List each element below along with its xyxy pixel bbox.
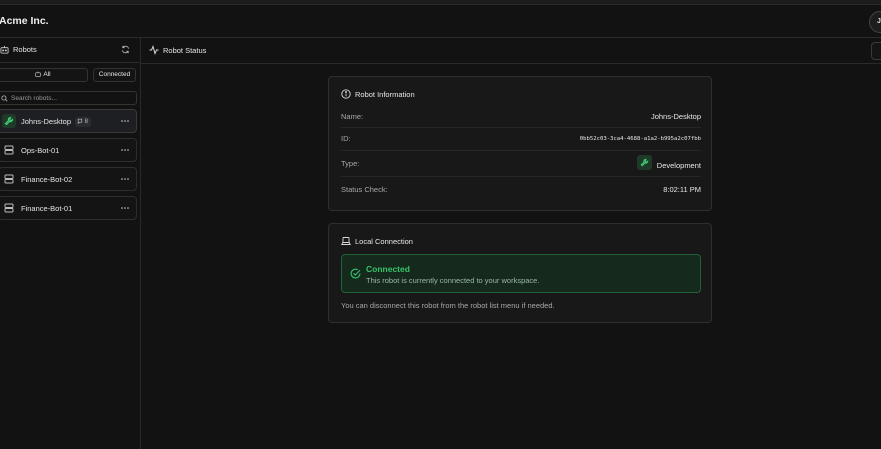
robot-count: 8 — [84, 119, 89, 125]
status-check-value: 8:02:11 PM — [663, 185, 701, 194]
card-title: Robot Information — [341, 89, 415, 99]
disconnect-note: You can disconnect this robot from the r… — [341, 301, 555, 310]
divider — [341, 127, 701, 128]
connection-status-title: Connected — [366, 264, 410, 274]
brand-name: Acme Inc. — [0, 15, 49, 27]
name-label: Name: — [341, 112, 364, 121]
robot-item-finance-bot-01[interactable]: Finance-Bot-01 — [0, 196, 137, 220]
filter-connected-button[interactable]: Connected — [93, 68, 136, 82]
robot-information-card: Robot Information Name: Johns-Desktop ID… — [328, 76, 712, 211]
card-title: Local Connection — [341, 236, 413, 246]
check-circle-icon — [350, 268, 361, 279]
sidebar: Robots All Connected Johns-Desktop — [0, 38, 141, 449]
filter-connected-label: Connected — [98, 71, 131, 78]
info-icon — [341, 89, 351, 99]
laptop-icon — [341, 237, 351, 245]
local-connection-card: Local Connection Connected This robot is… — [328, 223, 712, 323]
server-icon — [4, 174, 14, 184]
robot-count-badge: 8 — [75, 117, 92, 127]
server-icon — [4, 203, 14, 213]
divider — [341, 150, 701, 151]
status-check-label: Status Check: — [341, 185, 388, 194]
wrench-icon-badge — [637, 155, 652, 170]
robot-item-finance-bot-02[interactable]: Finance-Bot-02 — [0, 167, 137, 191]
row-name: Name: Johns-Desktop — [341, 112, 701, 136]
robot-item-johns-desktop[interactable]: Johns-Desktop 8 — [0, 109, 137, 133]
card-title-text: Robot Information — [355, 90, 415, 99]
robot-icon — [35, 71, 42, 77]
row-status-check: Status Check: 8:02:11 PM — [341, 185, 701, 209]
type-value: Development — [656, 161, 701, 170]
refresh-status-button[interactable] — [871, 42, 881, 60]
connection-status-desc: This robot is currently connected to you… — [366, 276, 540, 285]
id-value: 0bb52c03-3ca4-4688-a1a2-b995a2c07fbb — [579, 136, 701, 142]
server-icon — [4, 145, 14, 155]
search-box — [0, 91, 137, 105]
more-options-icon[interactable] — [121, 177, 129, 181]
search-input[interactable] — [11, 93, 131, 104]
filter-group: All Connected — [0, 68, 138, 83]
chat-icon — [77, 118, 83, 125]
card-title-text: Local Connection — [355, 237, 413, 246]
activity-icon — [149, 45, 159, 55]
filter-all-label: All — [43, 71, 51, 78]
search-icon — [1, 95, 8, 102]
name-value: Johns-Desktop — [650, 112, 701, 121]
connection-status-box: Connected This robot is currently connec… — [341, 254, 701, 293]
top-bar: Acme Inc. JD — [0, 5, 881, 38]
wrench-icon — [640, 158, 649, 167]
refresh-icon[interactable] — [121, 45, 130, 54]
robot-name: Finance-Bot-02 — [21, 175, 73, 184]
robot-name: Finance-Bot-01 — [21, 204, 73, 213]
more-options-icon[interactable] — [121, 119, 129, 123]
wrench-icon — [4, 116, 14, 126]
main-panel: Robot Status Robot Information Name: Joh… — [141, 38, 881, 449]
page-title: Robot Status — [163, 46, 207, 55]
sidebar-header: Robots — [0, 38, 140, 63]
more-options-icon[interactable] — [121, 206, 129, 210]
type-label: Type: — [341, 159, 360, 168]
filter-all-button[interactable]: All — [0, 68, 88, 82]
row-type: Type: Development — [341, 155, 701, 183]
divider — [341, 176, 701, 177]
sidebar-title: Robots — [13, 45, 37, 54]
robot-icon — [0, 45, 9, 54]
robot-name: Johns-Desktop — [21, 117, 72, 126]
more-options-icon[interactable] — [121, 148, 129, 152]
robot-name: Ops-Bot-01 — [21, 146, 60, 155]
robot-item-ops-bot-01[interactable]: Ops-Bot-01 — [0, 138, 137, 162]
main-header: Robot Status — [141, 38, 881, 64]
user-avatar[interactable]: JD — [869, 11, 881, 33]
id-label: ID: — [341, 134, 351, 143]
